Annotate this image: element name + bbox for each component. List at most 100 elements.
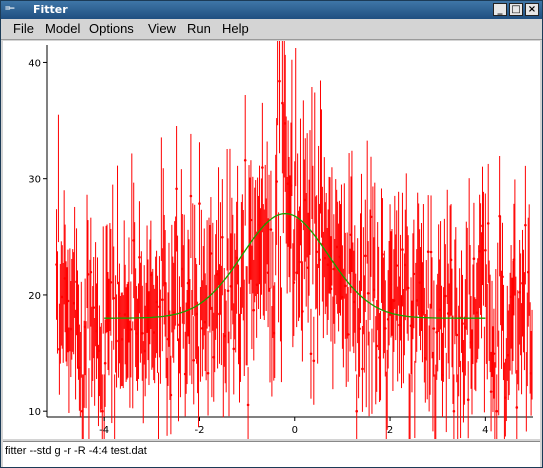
data-point [323, 256, 327, 260]
data-point [66, 299, 70, 303]
data-point [89, 270, 93, 274]
data-point [301, 310, 304, 313]
data-point [132, 239, 136, 242]
data-point [135, 332, 138, 335]
data-point [352, 300, 356, 304]
data-point [446, 312, 450, 315]
data-point [201, 327, 204, 330]
data-point [186, 281, 190, 285]
data-point [526, 270, 530, 274]
data-point [189, 194, 193, 198]
data-point [504, 396, 507, 399]
data-point [469, 341, 473, 344]
data-point [155, 300, 158, 304]
data-point [303, 198, 307, 202]
data-point [198, 202, 201, 205]
data-point [449, 258, 453, 262]
data-point [283, 122, 287, 125]
data-point [221, 235, 224, 239]
data-point [286, 182, 290, 185]
data-point [163, 282, 167, 285]
data-point [112, 296, 116, 300]
plot-canvas[interactable]: -4 -2 0 2 4 10 20 30 40 [3, 41, 540, 439]
data-point [318, 258, 321, 262]
data-point [258, 223, 261, 227]
data-point [86, 273, 90, 276]
data-point [484, 248, 487, 252]
menu-options[interactable]: Options [89, 21, 134, 36]
data-point [55, 263, 58, 266]
data-point [183, 372, 187, 376]
data-point [140, 332, 144, 335]
data-point [472, 257, 476, 261]
data-point [349, 233, 353, 237]
data-point [83, 325, 87, 329]
data-point [392, 299, 396, 302]
data-point [389, 283, 393, 286]
data-point [281, 101, 284, 105]
data-point [275, 180, 278, 183]
data-point [206, 371, 210, 375]
data-point [123, 313, 127, 316]
data-point [75, 280, 78, 284]
data-point [223, 334, 227, 338]
data-point [80, 409, 84, 413]
data-point [181, 267, 184, 271]
y-tick-label-2: 30 [28, 175, 41, 186]
data-point [118, 312, 121, 315]
y-tick-label-0: 10 [28, 407, 41, 418]
data-point [120, 337, 124, 341]
data-point [138, 255, 141, 259]
data-point [464, 326, 467, 329]
data-point [409, 324, 413, 328]
data-point [395, 264, 399, 267]
x-tick-label-4: 4 [482, 425, 488, 436]
data-point [269, 228, 273, 231]
data-point [372, 288, 376, 292]
data-point [518, 290, 521, 294]
data-point [106, 319, 110, 323]
data-point [401, 248, 404, 251]
data-point [172, 311, 176, 315]
close-button[interactable]: × [525, 3, 539, 16]
data-point [343, 284, 347, 288]
data-point [444, 294, 447, 298]
minimize-button[interactable]: _ [493, 3, 507, 16]
data-point [72, 301, 75, 305]
menu-run[interactable]: Run [187, 21, 211, 36]
window-menu-icon[interactable]: =− [5, 4, 23, 15]
data-point [195, 312, 198, 316]
data-point [232, 347, 236, 351]
data-point [129, 328, 133, 331]
title-bar[interactable]: =− Fitter _ □ × [1, 1, 542, 19]
data-point [252, 308, 256, 312]
data-point [246, 403, 250, 407]
x-tick-label-2: 0 [292, 425, 298, 436]
data-point [255, 283, 258, 287]
data-point [341, 295, 344, 299]
data-point [298, 260, 301, 264]
data-point [455, 333, 459, 337]
data-point [461, 322, 464, 325]
data-point [441, 373, 444, 377]
data-point [126, 328, 130, 332]
menu-help[interactable]: Help [222, 21, 249, 36]
data-point [241, 249, 244, 253]
menu-file[interactable]: File [13, 21, 34, 36]
maximize-button[interactable]: □ [509, 3, 523, 16]
data-point [506, 353, 510, 357]
data-point [432, 327, 436, 330]
minimize-icon: _ [497, 4, 503, 15]
data-point [524, 223, 527, 227]
data-point [100, 409, 104, 413]
data-point [329, 287, 333, 291]
data-point [415, 299, 419, 302]
data-point [192, 359, 196, 362]
data-point [492, 352, 496, 355]
data-point [509, 295, 513, 299]
menu-model[interactable]: Model [45, 21, 80, 36]
data-point [452, 409, 456, 413]
command-line-status[interactable]: fitter --std g -r -R -4:4 test.dat [3, 441, 540, 467]
data-point [215, 272, 218, 276]
menu-view[interactable]: View [148, 21, 176, 36]
